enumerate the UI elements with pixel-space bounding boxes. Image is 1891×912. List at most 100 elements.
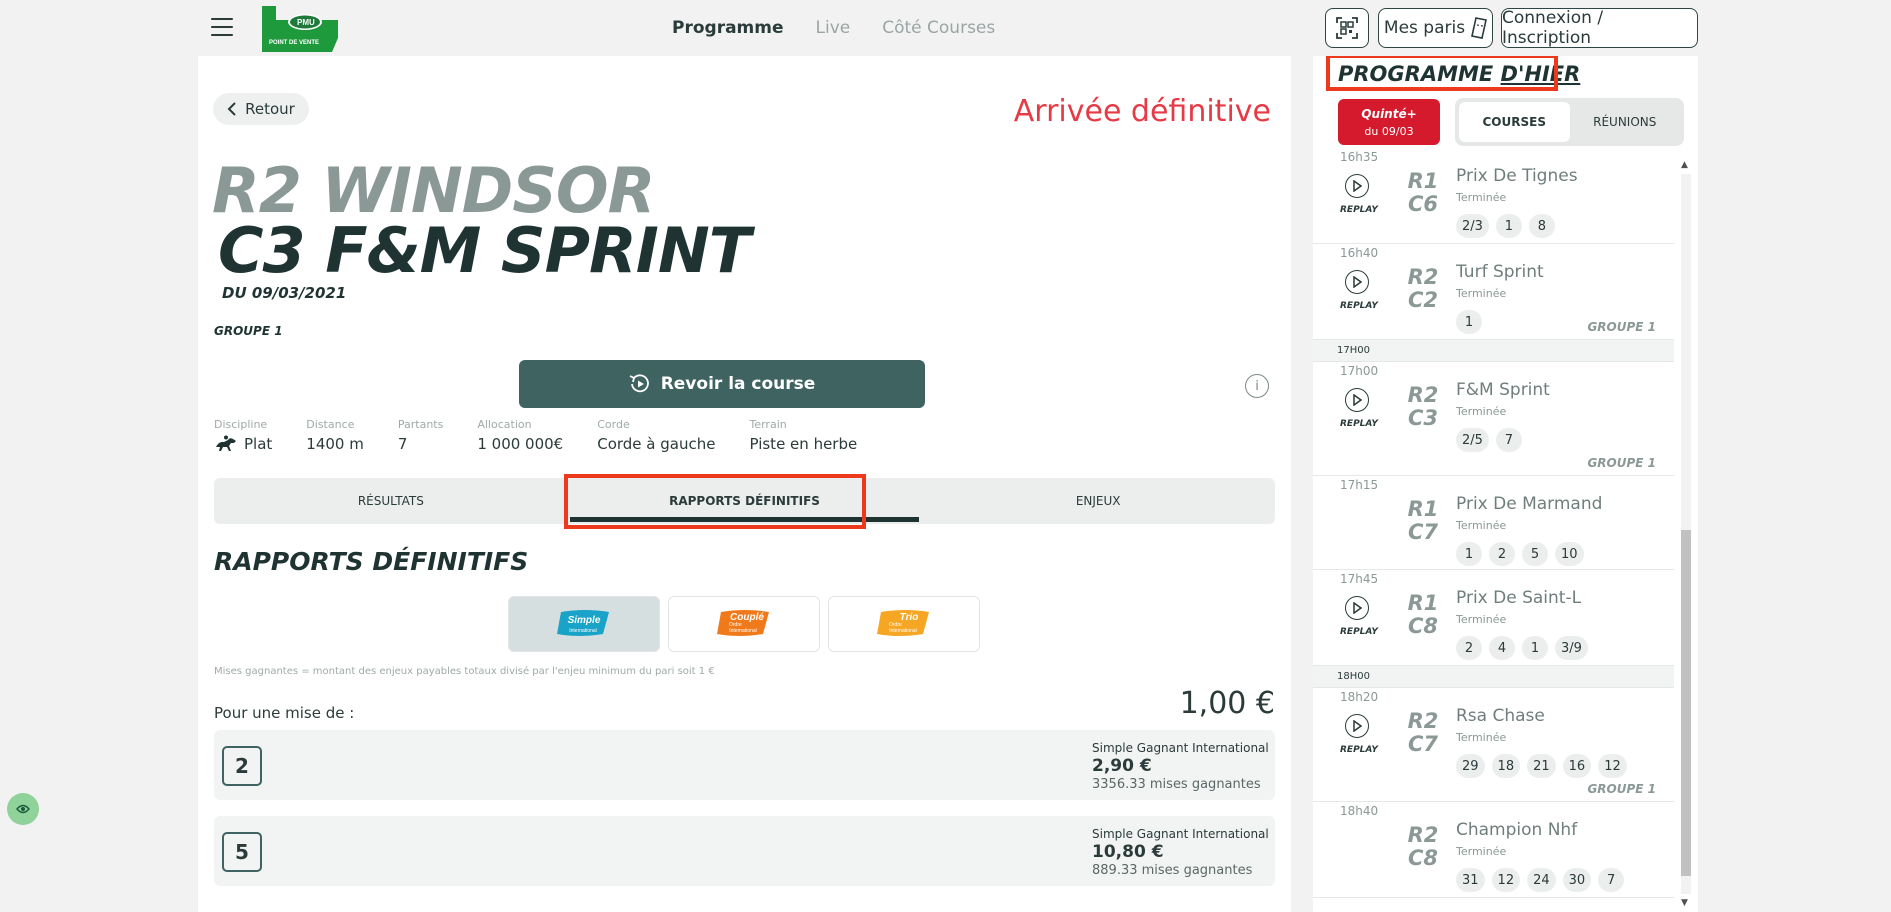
quinte-label: Quinté+ — [1361, 107, 1417, 121]
play-icon[interactable] — [1345, 174, 1369, 198]
spec-value: 7 — [397, 435, 408, 453]
arrival-numbers: 2/5 7 — [1456, 428, 1522, 452]
race-time: 17h45 — [1340, 572, 1379, 586]
race-status: Terminée — [1456, 845, 1507, 858]
tab-resultats[interactable]: RÉSULTATS — [214, 478, 568, 524]
qr-scan-button[interactable] — [1325, 8, 1369, 48]
race-tabs: RÉSULTATS RAPPORTS DÉFINITIFS ENJEUX — [214, 478, 1275, 524]
result-price: 2,90 € — [1092, 756, 1152, 776]
race-item[interactable]: 17h45 REPLAY R1 C8 Prix De Saint-L Terminée 2 4… — [1313, 570, 1674, 666]
nav-live[interactable]: Live — [816, 18, 851, 38]
bet-type-couple[interactable]: Couplé Ordre International — [668, 596, 820, 652]
race-item[interactable]: 16h40 REPLAY R2 C2 Turf Sprint Terminée 1 GROUP… — [1313, 244, 1674, 340]
race-item[interactable]: 17h15 R1 C7 Prix De Marmand Terminée 1 2 5 10 — [1313, 476, 1674, 570]
logo-text: PMU — [297, 18, 315, 27]
arrival-number: 2 — [1456, 636, 1482, 660]
arrival-number: 10 — [1555, 542, 1584, 566]
result-type: Simple Gagnant International — [1092, 741, 1269, 755]
race-code: R2 C7 — [1403, 710, 1443, 756]
mes-paris-button[interactable]: Mes paris — [1378, 8, 1493, 48]
arrival-number: 24 — [1527, 868, 1556, 892]
bet-type-trio[interactable]: Trio Ordre International — [828, 596, 980, 652]
spec-value: 1400 m — [306, 435, 364, 453]
spec-value: 1 000 000€ — [477, 435, 564, 453]
play-icon[interactable] — [1345, 270, 1369, 294]
arrival-number: 3/9 — [1555, 636, 1588, 660]
arrival-number: 16 — [1562, 754, 1592, 778]
quinte-button[interactable]: Quinté+ du 09/03 — [1338, 99, 1440, 145]
arrival-number: 1 — [1456, 542, 1482, 566]
play-icon[interactable] — [1345, 388, 1369, 412]
race-name: Champion Nhf — [1456, 820, 1578, 840]
reunion-code: R1 — [1407, 169, 1439, 193]
race-name: Prix De Saint-L — [1456, 588, 1582, 608]
programme-title-part2[interactable]: D'HIER — [1501, 62, 1581, 86]
race-group: GROUPE 1 — [1587, 320, 1656, 334]
result-mises: 889.33 mises gagnantes — [1092, 863, 1253, 878]
pmu-logo[interactable]: PMU POINT DE VENTE — [262, 6, 338, 52]
back-label: Retour — [245, 100, 295, 118]
arrival-numbers: 1 2 5 10 — [1456, 542, 1584, 566]
bet-type-label: Simple — [568, 615, 601, 626]
arrival-numbers: 29 18 21 16 12 — [1456, 754, 1627, 778]
back-button[interactable]: Retour — [213, 93, 309, 125]
scroll-thumb[interactable] — [1681, 530, 1691, 876]
main-nav: Programme Live Côté Courses — [672, 18, 995, 38]
race-item[interactable]: 16h35 REPLAY R1 C6 Prix De Tignes Terminée 2/3… — [1313, 150, 1674, 244]
result-mises: 3356.33 mises gagnantes — [1092, 777, 1261, 792]
arrival-number: 2 — [1489, 542, 1515, 566]
mises-note: Mises gagnantes = montant des enjeux pay… — [214, 666, 715, 677]
programme-title-part1: PROGRAMME — [1338, 62, 1501, 86]
floating-help-button[interactable] — [7, 793, 39, 825]
replay-label: REPLAY — [1340, 205, 1378, 215]
rapports-title: RAPPORTS DÉFINITIFS — [214, 547, 529, 576]
eye-icon — [16, 804, 30, 814]
arrival-numbers: 2/3 1 8 — [1456, 214, 1555, 238]
quinte-date: du 09/03 — [1364, 125, 1414, 138]
scrollbar[interactable]: ▲ ▼ — [1675, 156, 1697, 912]
race-group: GROUPE 1 — [1587, 782, 1656, 796]
replay-label: REPLAY — [1340, 627, 1378, 637]
race-item[interactable]: 17h00 REPLAY R2 C3 F&M Sprint Terminée 2/5 7 GRO… — [1313, 362, 1674, 476]
race-status: Terminée — [1456, 287, 1507, 300]
arrival-number: 30 — [1562, 868, 1592, 892]
arrival-numbers: 1 — [1456, 310, 1482, 334]
scroll-up-arrow[interactable]: ▲ — [1681, 160, 1688, 170]
arrival-number: 7 — [1495, 428, 1522, 452]
nav-cote-courses[interactable]: Côté Courses — [882, 18, 995, 38]
tab-enjeux[interactable]: ENJEUX — [921, 478, 1275, 524]
arrival-numbers: 2 4 1 3/9 — [1456, 636, 1588, 660]
play-icon[interactable] — [1345, 596, 1369, 620]
race-item[interactable]: 18h40 R2 C8 Champion Nhf Terminée 31 12 24 30 7 — [1313, 802, 1674, 898]
toggle-reunions[interactable]: RÉUNIONS — [1570, 102, 1681, 142]
bet-type-sub: International — [729, 628, 757, 634]
play-icon[interactable] — [1345, 714, 1369, 738]
bet-type-simple[interactable]: Simple International — [508, 596, 660, 652]
menu-icon[interactable] — [211, 18, 233, 36]
nav-programme[interactable]: Programme — [672, 18, 784, 38]
replay-race-button[interactable]: Revoir la course — [519, 360, 925, 408]
race-code: R1 C6 — [1403, 170, 1443, 216]
race-group: GROUPE 1 — [1587, 456, 1656, 470]
toggle-courses[interactable]: COURSES — [1459, 102, 1570, 142]
tab-rapports-definitifs[interactable]: RAPPORTS DÉFINITIFS — [568, 478, 922, 524]
course-code: C2 — [1407, 288, 1439, 312]
race-name: Rsa Chase — [1456, 706, 1545, 726]
race-code: R2 C2 — [1403, 266, 1443, 312]
spec-allocation: Allocation 1 000 000€ — [477, 418, 563, 453]
arrival-number: 2/3 — [1456, 214, 1489, 238]
arrival-number: 12 — [1598, 754, 1627, 778]
race-item[interactable]: 18h20 REPLAY R2 C7 Rsa Chase Terminée 29 18 21 16… — [1313, 688, 1674, 802]
bet-type-selector: Simple International Couplé Ordre Intern… — [508, 596, 980, 652]
race-name: Prix De Tignes — [1456, 166, 1578, 186]
spec-label: Corde — [597, 418, 630, 431]
arrival-number: 1 — [1495, 214, 1522, 238]
bet-type-label: Trio — [900, 612, 919, 623]
spec-label: Terrain — [749, 418, 787, 431]
race-code: R2 C3 — [1403, 384, 1443, 430]
race-name: Turf Sprint — [1456, 262, 1544, 282]
connexion-button[interactable]: Connexion / Inscription — [1501, 8, 1698, 48]
scroll-down-arrow[interactable]: ▼ — [1681, 898, 1688, 908]
info-icon[interactable]: i — [1245, 374, 1269, 398]
spec-label: Partants — [397, 418, 444, 431]
